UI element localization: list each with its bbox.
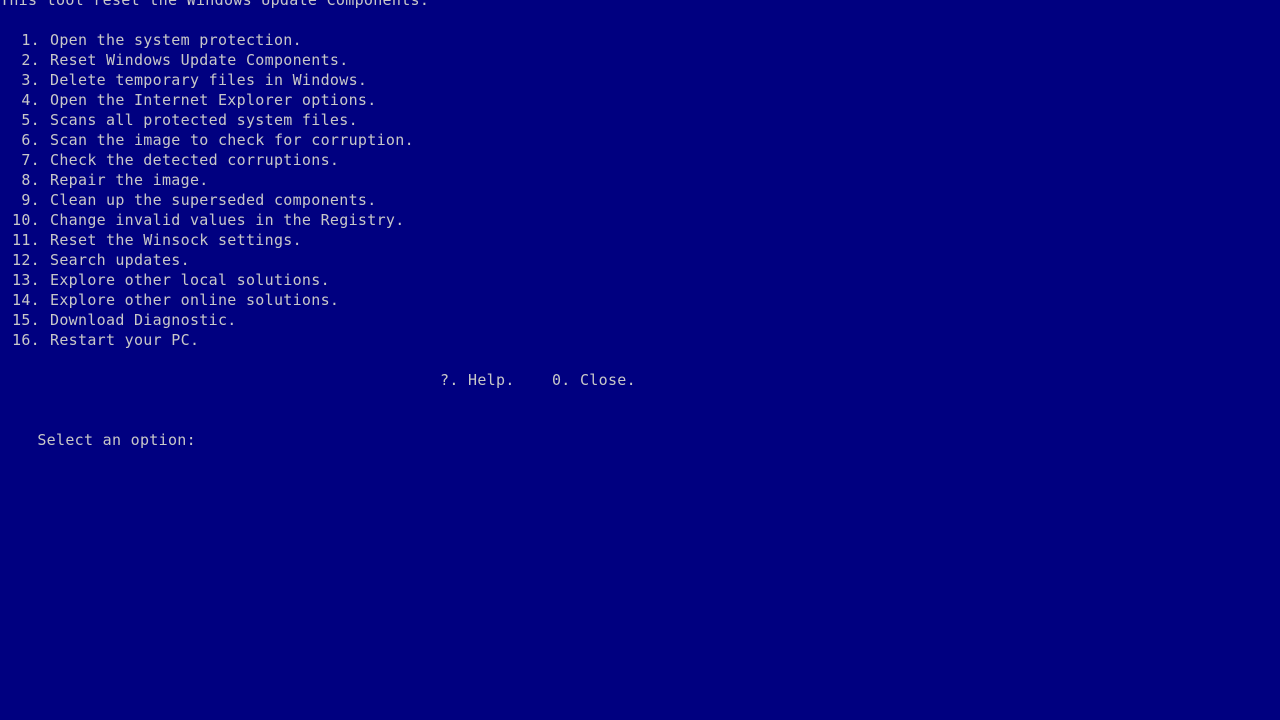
menu-item-label: Delete temporary files in Windows. — [50, 71, 368, 89]
menu-item-number: 3. — [21, 71, 40, 89]
menu-item-number: 8. — [21, 171, 40, 189]
console-menu-item[interactable]: 15. Download Diagnostic. — [0, 310, 237, 330]
menu-item-label: Reset the Winsock settings. — [50, 231, 302, 249]
console-menu-item[interactable]: 9. Clean up the superseded components. — [0, 190, 377, 210]
menu-item-number: 2. — [21, 51, 40, 69]
console-menu-item[interactable]: 11. Reset the Winsock settings. — [0, 230, 302, 250]
console-prompt-line[interactable]: Select an option: — [0, 410, 206, 449]
console-menu-item[interactable]: 3. Delete temporary files in Windows. — [0, 70, 367, 90]
console-menu-item[interactable]: 16. Restart your PC. — [0, 330, 199, 350]
prompt-input[interactable] — [196, 433, 206, 449]
menu-item-label: Repair the image. — [50, 171, 209, 189]
console-menu-item[interactable]: 5. Scans all protected system files. — [0, 110, 358, 130]
console-menu-item[interactable]: 8. Repair the image. — [0, 170, 209, 190]
console-menu-item[interactable]: 4. Open the Internet Explorer options. — [0, 90, 377, 110]
menu-item-label: Scan the image to check for corruption. — [50, 131, 414, 149]
console-menu-item[interactable]: 10. Change invalid values in the Registry… — [0, 210, 405, 230]
menu-item-label: Restart your PC. — [50, 331, 200, 349]
console-menu-item[interactable]: 7. Check the detected corruptions. — [0, 150, 339, 170]
menu-item-label: Check the detected corruptions. — [50, 151, 340, 169]
menu-item-number: 12. — [12, 251, 40, 269]
console-screen[interactable]: This tool reset the Windows Update Compo… — [0, 0, 1280, 720]
menu-item-number: 4. — [21, 91, 40, 109]
console-footer-options[interactable]: ?. Help. 0. Close. — [0, 370, 636, 390]
menu-item-number: 1. — [21, 31, 40, 49]
menu-item-number: 9. — [21, 191, 40, 209]
console-menu-item[interactable]: 14. Explore other online solutions. — [0, 290, 339, 310]
menu-item-label: Reset Windows Update Components. — [50, 51, 349, 69]
menu-item-number: 16. — [12, 331, 40, 349]
menu-item-label: Scans all protected system files. — [50, 111, 358, 129]
console-menu-item[interactable]: 6. Scan the image to check for corruption… — [0, 130, 414, 150]
console-menu-item[interactable]: 2. Reset Windows Update Components. — [0, 50, 349, 70]
menu-item-label: Explore other online solutions. — [50, 291, 340, 309]
menu-item-number: 13. — [12, 271, 40, 289]
menu-item-label: Explore other local solutions. — [50, 271, 330, 289]
menu-item-number: 14. — [12, 291, 40, 309]
menu-item-number: 11. — [12, 231, 40, 249]
menu-item-label: Change invalid values in the Registry. — [50, 211, 405, 229]
menu-item-number: 5. — [21, 111, 40, 129]
console-menu-item[interactable]: 12. Search updates. — [0, 250, 190, 270]
menu-item-label: Search updates. — [50, 251, 190, 269]
menu-item-label: Download Diagnostic. — [50, 311, 237, 329]
menu-item-label: Open the Internet Explorer options. — [50, 91, 377, 109]
menu-item-number: 15. — [12, 311, 40, 329]
prompt-label: Select an option: — [37, 431, 196, 449]
console-menu-item[interactable]: 13. Explore other local solutions. — [0, 270, 330, 290]
menu-item-label: Clean up the superseded components. — [50, 191, 377, 209]
menu-item-number: 6. — [21, 131, 40, 149]
menu-item-label: Open the system protection. — [50, 31, 302, 49]
console-header-text: This tool reset the Windows Update Compo… — [0, 0, 430, 9]
menu-item-number: 10. — [12, 211, 40, 229]
console-menu-item[interactable]: 1. Open the system protection. — [0, 30, 302, 50]
menu-item-number: 7. — [21, 151, 40, 169]
